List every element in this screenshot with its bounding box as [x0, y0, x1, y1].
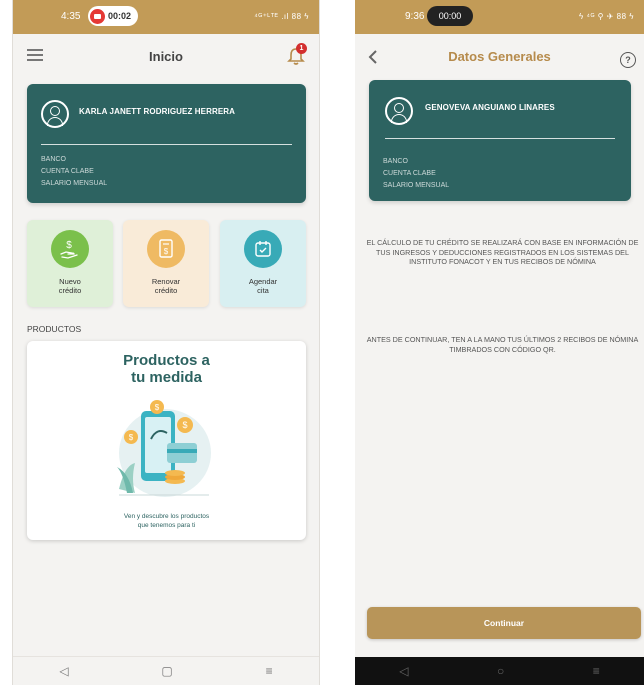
nav-home-button[interactable]: ○	[497, 664, 504, 678]
nav-recents-button[interactable]: ≡	[593, 664, 600, 678]
record-icon	[90, 8, 105, 24]
status-indicators: ϟ ⁴ᴳ ⚲ ✈ 88 ϟ	[579, 12, 634, 21]
svg-text:$: $	[164, 247, 169, 256]
products-banner[interactable]: Productos a tu medida $ $ $ Ven y descub…	[27, 341, 306, 540]
new-credit-label: Nuevo crédito	[58, 277, 82, 295]
help-icon[interactable]: ?	[620, 52, 636, 68]
recording-time: 00:02	[108, 11, 132, 21]
new-credit-tile[interactable]: $ Nuevo crédito	[27, 220, 113, 307]
phone-coins-illustration: $ $ $	[117, 400, 211, 497]
field-salary: SALARIO MENSUAL	[383, 182, 450, 189]
page-title: Datos Generales	[448, 49, 551, 64]
credit-calculation-notice: EL CÁLCULO DE TU CRÉDITO SE REALIZARÁ CO…	[366, 238, 639, 266]
recording-indicator: 00:02	[88, 6, 138, 26]
user-avatar-icon	[41, 100, 69, 128]
user-avatar-icon	[385, 97, 413, 125]
status-time: 4:35	[61, 11, 81, 22]
products-caption: Ven y descubre los productos que tenemos…	[123, 513, 210, 529]
svg-text:$: $	[155, 403, 160, 412]
account-card: KARLA JANETT RODRIGUEZ HERRERA BANCO CUE…	[27, 84, 306, 203]
status-bar: 9:36 00:00 ϟ ⁴ᴳ ⚲ ✈ 88 ϟ	[355, 0, 644, 34]
products-title: Productos a tu medida	[123, 352, 210, 386]
calendar-icon	[244, 230, 282, 268]
account-holder-name: GENOVEVA ANGUIANO LINARES	[425, 103, 555, 112]
field-bank: BANCO	[41, 156, 66, 163]
money-hand-icon: $	[51, 230, 89, 268]
card-divider	[385, 138, 615, 139]
schedule-appointment-tile[interactable]: Agendar cita	[220, 220, 306, 307]
card-divider	[41, 144, 292, 145]
notification-badge: 1	[296, 43, 307, 54]
field-clabe: CUENTA CLABE	[41, 168, 94, 175]
page-title: Inicio	[149, 49, 183, 64]
recording-time: 00:00	[438, 11, 462, 21]
svg-text:$: $	[182, 420, 187, 430]
nav-recents-button[interactable]: ≡	[266, 664, 273, 678]
nav-back-button[interactable]: ◁	[59, 664, 68, 678]
account-fields: BANCO CUENTA CLABE SALARIO MENSUAL	[41, 154, 107, 190]
recording-indicator: 00:00	[427, 6, 473, 26]
renew-credit-label: Renovar crédito	[151, 277, 181, 295]
home-screen: 4:35 00:02 ⁴ᴳ⁺ᴸᵀᴱ .ıl 88 ϟ Inicio 1 KARL…	[12, 0, 320, 685]
system-nav-bar: ◁ ▢ ≡	[13, 656, 319, 685]
system-nav-bar: ◁ ○ ≡	[355, 657, 644, 685]
payroll-receipts-notice: ANTES DE CONTINUAR, TEN A LA MANO TUS ÚL…	[366, 335, 639, 354]
general-data-screen: 9:36 00:00 ϟ ⁴ᴳ ⚲ ✈ 88 ϟ Datos Generales…	[355, 0, 644, 685]
products-section-label: PRODUCTOS	[27, 324, 82, 334]
status-time: 9:36	[405, 11, 425, 22]
document-money-icon: $	[147, 230, 185, 268]
app-bar: Inicio 1	[13, 34, 319, 80]
continue-button[interactable]: Continuar	[367, 607, 641, 639]
renew-credit-tile[interactable]: $ Renovar crédito	[123, 220, 209, 307]
svg-text:$: $	[66, 240, 72, 251]
account-card: GENOVEVA ANGUIANO LINARES BANCO CUENTA C…	[369, 80, 631, 201]
nav-back-button[interactable]: ◁	[399, 664, 408, 678]
nav-home-button[interactable]: ▢	[161, 664, 172, 678]
field-salary: SALARIO MENSUAL	[41, 180, 108, 187]
field-bank: BANCO	[383, 158, 408, 165]
app-bar: Datos Generales ?	[355, 34, 644, 80]
field-clabe: CUENTA CLABE	[383, 170, 436, 177]
account-fields: BANCO CUENTA CLABE SALARIO MENSUAL	[383, 156, 449, 192]
status-indicators: ⁴ᴳ⁺ᴸᵀᴱ .ıl 88 ϟ	[254, 12, 309, 21]
svg-text:$: $	[129, 433, 134, 442]
schedule-appointment-label: Agendar cita	[248, 277, 278, 295]
account-holder-name: KARLA JANETT RODRIGUEZ HERRERA	[79, 107, 236, 116]
status-bar: 4:35 00:02 ⁴ᴳ⁺ᴸᵀᴱ .ıl 88 ϟ	[13, 0, 319, 34]
notifications-button[interactable]: 1	[287, 43, 307, 66]
